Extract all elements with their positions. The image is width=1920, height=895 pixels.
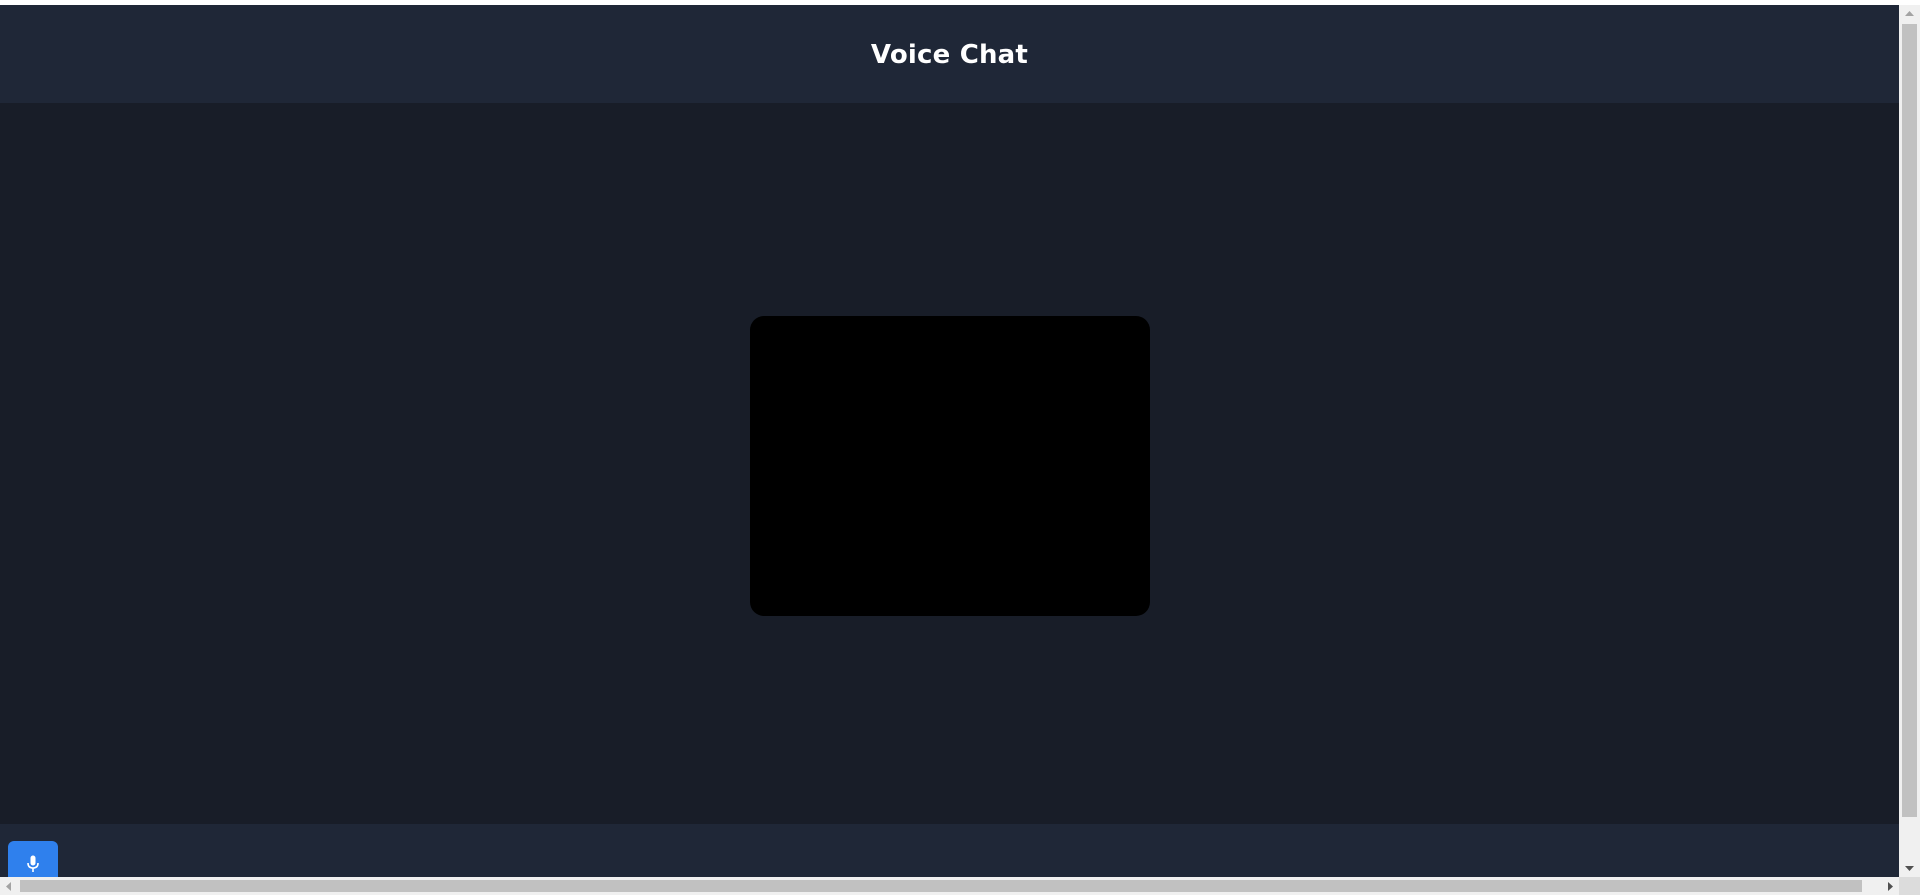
app-header: Voice Chat (0, 5, 1899, 103)
video-feed (750, 316, 1150, 616)
video-stage (0, 103, 1899, 824)
horizontal-scrollbar[interactable] (0, 877, 1899, 895)
scrollbar-corner (1899, 877, 1920, 895)
scroll-left-arrow-icon[interactable] (0, 877, 17, 895)
scroll-right-arrow-icon[interactable] (1882, 877, 1899, 895)
scroll-up-arrow-icon[interactable] (1899, 5, 1920, 22)
horizontal-scrollbar-thumb[interactable] (20, 880, 1862, 892)
control-bar (0, 824, 1899, 877)
scroll-down-arrow-icon[interactable] (1899, 860, 1920, 877)
microphone-button[interactable] (8, 841, 58, 877)
app-viewport: Voice Chat (0, 5, 1899, 877)
vertical-scrollbar-thumb[interactable] (1902, 24, 1917, 817)
vertical-scrollbar[interactable] (1899, 5, 1920, 877)
microphone-icon (26, 855, 40, 873)
page-title: Voice Chat (870, 40, 1029, 70)
